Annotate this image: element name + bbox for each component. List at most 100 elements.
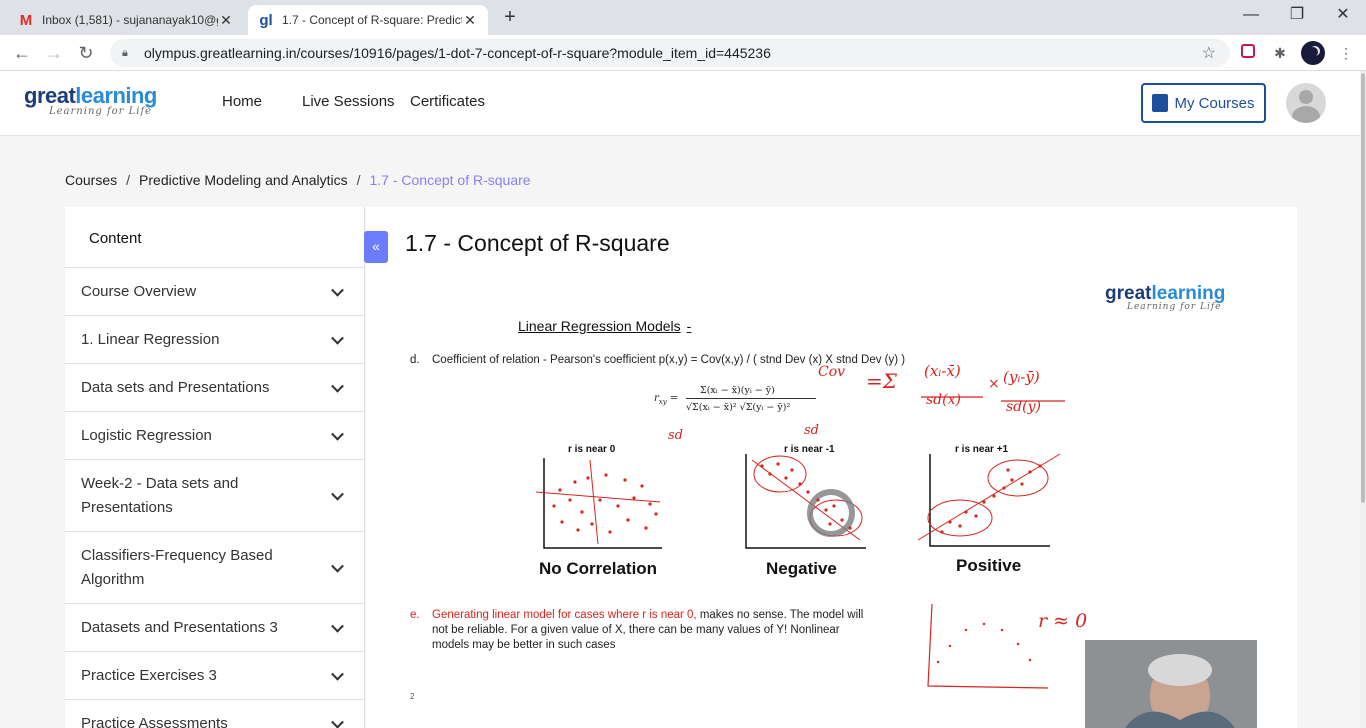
slide-logo-word-great: great xyxy=(1105,283,1152,304)
sidebar-item-data-sets[interactable]: Data sets and Presentations xyxy=(65,363,364,411)
url-field[interactable]: 🔒︎ olympus.greatlearning.in/courses/1091… xyxy=(110,39,1230,67)
reload-icon[interactable]: ↻ xyxy=(72,39,100,67)
greatlearning-icon: gl xyxy=(259,11,273,29)
item-e-text-1: makes no sense. The model will xyxy=(696,609,864,621)
chevron-down-icon xyxy=(331,427,344,441)
formula-lhs: rxy = xyxy=(654,391,678,410)
tab-gmail[interactable]: M Inbox (1,581) - sujananayak10@gmail.co… xyxy=(8,5,244,35)
breadcrumb-current: 1.7 - Concept of R-square xyxy=(369,172,531,188)
annotation-sd-right: sd xyxy=(804,423,819,438)
slide-heading-text: Linear Regression Models xyxy=(518,318,681,334)
chevron-down-icon xyxy=(331,379,344,393)
sidebar-item-practice-assessments[interactable]: Practice Assessments xyxy=(65,699,364,728)
slide-logo-tagline: Learning for Life xyxy=(1127,302,1222,312)
logo-tagline: Learning for Life xyxy=(49,106,153,117)
nav-live-sessions[interactable]: Live Sessions xyxy=(302,93,395,110)
slide-page-number: 2 xyxy=(410,692,415,701)
close-window-button[interactable]: ✕ xyxy=(1320,0,1366,32)
plot-label-near-minus-one: r is near -1 xyxy=(784,444,835,455)
scrollbar-thumb[interactable] xyxy=(1361,73,1365,503)
slide-greatlearning-logo: greatlearning Learning for Life xyxy=(1105,283,1225,312)
bookmark-star-icon[interactable]: ☆ xyxy=(1202,43,1216,63)
url-text: olympus.greatlearning.in/courses/10916/p… xyxy=(144,45,771,61)
sidebar-item-classifiers[interactable]: Classifiers-Frequency Based Algorithm xyxy=(65,531,364,603)
annotation-r-approx-zero: r ≈ 0 xyxy=(1038,610,1088,632)
chevron-down-icon xyxy=(331,559,344,573)
sidebar-item-label: Data sets and Presentations xyxy=(81,378,270,396)
sidebar-item-label: Classifiers-Frequency Based Algorithm xyxy=(81,546,273,588)
breadcrumb: Courses / Predictive Modeling and Analytic… xyxy=(65,172,531,188)
profile-avatar-icon[interactable] xyxy=(1301,41,1325,65)
gmail-icon: M xyxy=(19,11,33,29)
new-tab-button[interactable]: + xyxy=(498,6,522,30)
sidebar-item-label: Practice Assessments xyxy=(81,714,228,728)
greatlearning-logo[interactable]: greatlearning Learning for Life xyxy=(24,83,157,117)
sidebar-item-label: Datasets and Presentations 3 xyxy=(81,618,278,636)
item-e-red-text: Generating linear model for cases where … xyxy=(432,609,697,621)
annotation-sum: =Σ xyxy=(866,369,897,393)
extensions-puzzle-icon[interactable]: ✱ xyxy=(1270,43,1290,63)
plot-label-near-zero: r is near 0 xyxy=(568,444,616,455)
restore-button[interactable]: ❐ xyxy=(1274,0,1320,32)
formula-numerator: Σ(xᵢ − x̄)(yᵢ − ȳ) xyxy=(700,385,775,396)
sidebar-item-label: Week-2 - Data sets and Presentations xyxy=(81,474,239,516)
sidebar-item-label: 1. Linear Regression xyxy=(81,330,220,348)
nav-certificates[interactable]: Certificates xyxy=(410,93,485,110)
sidebar-item-label: Practice Exercises 3 xyxy=(81,666,217,684)
close-tab-icon[interactable]: ✕ xyxy=(462,12,478,29)
sidebar-item-week-2[interactable]: Week-2 - Data sets and Presentations xyxy=(65,459,364,531)
chevron-down-icon xyxy=(331,283,344,297)
tab-title: Inbox (1,581) - sujananayak10@gmail.com xyxy=(42,13,218,27)
formula-sub: xy xyxy=(658,398,667,406)
user-avatar[interactable] xyxy=(1286,83,1326,123)
sidebar-item-practice-exercises[interactable]: Practice Exercises 3 xyxy=(65,651,364,699)
chevron-down-icon xyxy=(331,487,344,501)
close-tab-icon[interactable]: ✕ xyxy=(218,12,234,29)
plot-name-positive: Positive xyxy=(956,556,1022,575)
plot-name-negative: Negative xyxy=(766,559,837,578)
nav-home[interactable]: Home xyxy=(222,93,262,110)
formula-denominator: √Σ(xᵢ − x̄)² √Σ(yᵢ − ȳ)² xyxy=(686,402,791,413)
collapse-sidebar-button[interactable]: « xyxy=(364,231,388,263)
back-arrow-icon[interactable]: ← xyxy=(8,39,36,67)
annotation-bracket-strokes xyxy=(921,396,1065,402)
item-e-text-3: models may be better in such cases xyxy=(432,639,616,651)
chrome-menu-icon[interactable]: ⋮ xyxy=(1336,43,1356,63)
instructor-video[interactable] xyxy=(1085,640,1257,728)
chevron-down-icon xyxy=(331,619,344,633)
slide-heading-dash: - xyxy=(686,318,692,334)
breadcrumb-courses[interactable]: Courses xyxy=(65,172,117,188)
item-e-text-2: not be reliable. For a given value of X,… xyxy=(432,624,840,636)
slide-heading: Linear Regression Models - xyxy=(518,318,691,334)
slide-logo-word-learning: learning xyxy=(1151,283,1226,304)
sidebar-item-linear-regression[interactable]: 1. Linear Regression xyxy=(65,315,364,363)
forward-arrow-icon[interactable]: → xyxy=(40,39,68,67)
chevron-down-icon xyxy=(331,331,344,345)
r-zero-sketch xyxy=(927,603,1049,689)
item-d-marker: d. xyxy=(410,354,420,366)
chevron-down-icon xyxy=(331,667,344,681)
address-bar: ← → ↻ 🔒︎ olympus.greatlearning.in/course… xyxy=(0,35,1366,71)
site-header: greatlearning Learning for Life Home Liv… xyxy=(0,71,1366,136)
plot-name-no-correlation: No Correlation xyxy=(539,559,658,578)
page-scrollbar[interactable] xyxy=(1360,71,1366,728)
extension-shield-icon[interactable] xyxy=(1238,43,1258,63)
logo-word-learning: learning xyxy=(75,83,157,108)
lock-icon: 🔒︎ xyxy=(122,47,128,59)
my-courses-label: My Courses xyxy=(1174,94,1255,112)
tab-r-square[interactable]: gl 1.7 - Concept of R-square: Predictive… xyxy=(248,5,488,35)
browser-tab-bar: M Inbox (1,581) - sujananayak10@gmail.co… xyxy=(0,0,1366,35)
breadcrumb-separator: / xyxy=(356,172,361,188)
item-e-text: Generating linear model for cases where … xyxy=(432,608,922,623)
sidebar-item-course-overview[interactable]: Course Overview xyxy=(65,267,364,315)
breadcrumb-course[interactable]: Predictive Modeling and Analytics xyxy=(139,172,348,188)
sidebar-item-label: Course Overview xyxy=(81,282,197,300)
annotation-cov: Cov xyxy=(818,364,846,380)
chevron-down-icon xyxy=(331,715,344,728)
item-e-marker: e. xyxy=(410,609,420,621)
tab-title: 1.7 - Concept of R-square: Predictive Mo… xyxy=(282,13,462,27)
sidebar-item-datasets-3[interactable]: Datasets and Presentations 3 xyxy=(65,603,364,651)
my-courses-button[interactable]: My Courses xyxy=(1141,83,1266,123)
sidebar-item-logistic-regression[interactable]: Logistic Regression xyxy=(65,411,364,459)
minimize-button[interactable]: — xyxy=(1228,0,1274,32)
